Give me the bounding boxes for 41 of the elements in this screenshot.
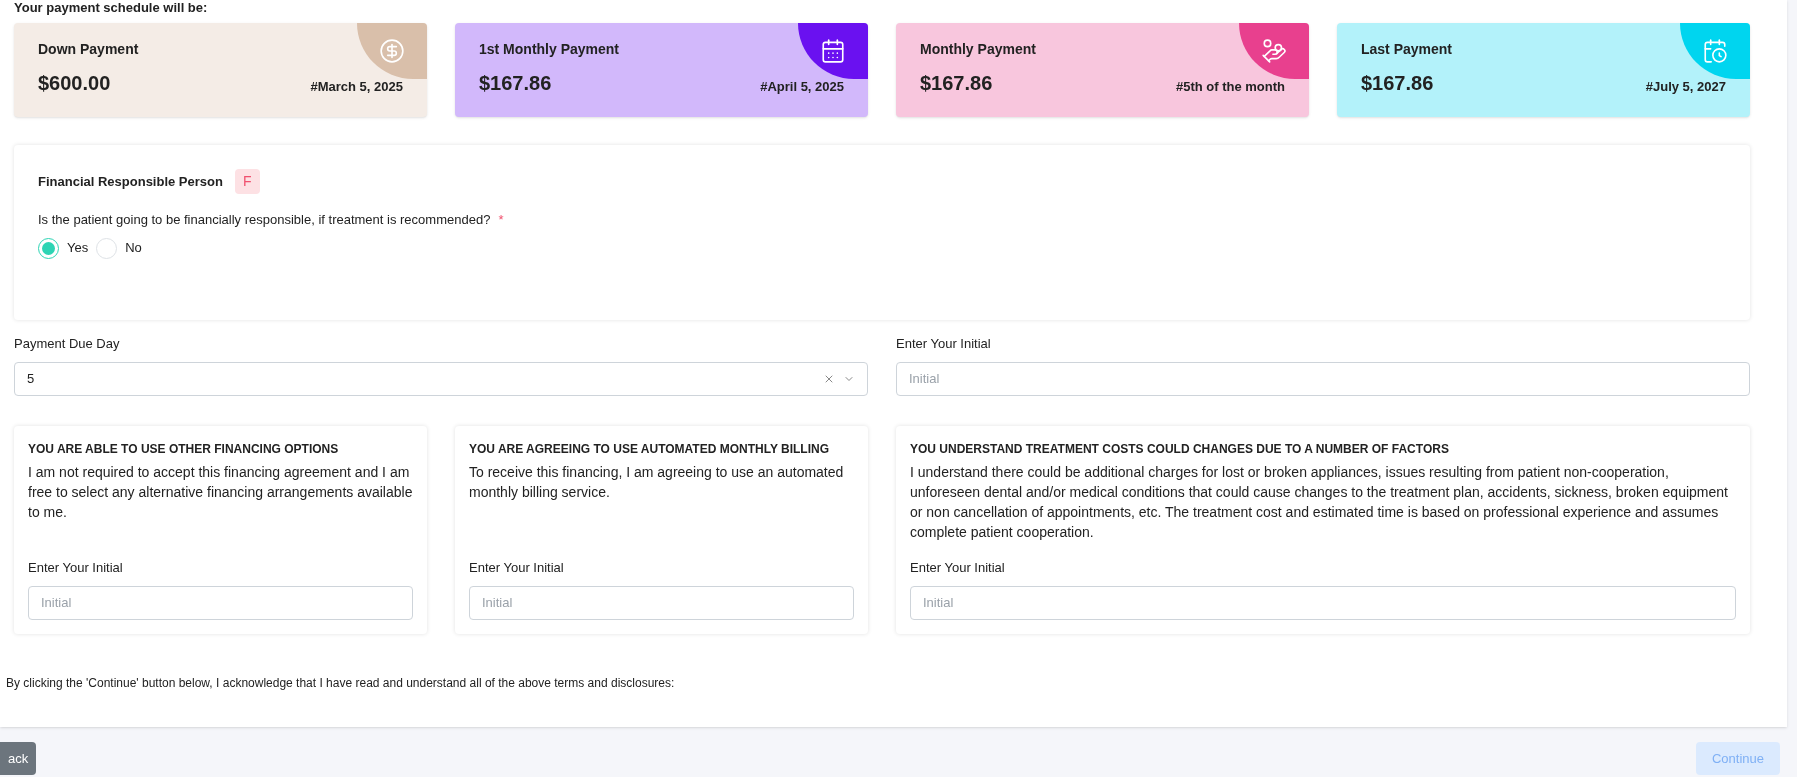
radio-option[interactable]: No — [96, 237, 142, 259]
coin-icon — [379, 38, 405, 64]
section-title: Financial Responsible Person — [38, 172, 223, 191]
required-mark: * — [498, 211, 504, 229]
card-amount: $167.86 — [1361, 71, 1434, 96]
terms-text: To receive this financing, I am agreeing to use an automated monthly billing service. — [469, 462, 845, 502]
card-amount: $600.00 — [38, 71, 111, 96]
terms-title: YOU UNDERSTAND TREATMENT COSTS COULD CHANGES DUE TO A NUMBER OF FACTORS — [910, 440, 1450, 458]
terms-title: YOU ARE ABLE TO USE OTHER FINANCING OPTIONS — [28, 440, 340, 458]
card-date: #5th of the month — [1175, 77, 1285, 96]
terms-title: YOU ARE AGREEING TO USE AUTOMATED MONTHLY BILLING — [469, 440, 831, 458]
section-heading: Your payment schedule will be: — [14, 0, 209, 16]
initial-field[interactable]: Initial — [28, 585, 413, 620]
card-title: Last Payment — [1361, 40, 1453, 59]
card-amount: $167.86 — [920, 71, 993, 96]
card-title: Down Payment — [38, 40, 139, 59]
initial-badge: F — [234, 169, 260, 194]
question-text: Is the patient going to be financially responsible, if treatment is recommended? — [38, 211, 491, 229]
card-date: #July 5, 2027 — [1645, 77, 1726, 96]
initial-field[interactable]: Initial — [896, 361, 1750, 396]
acknowledgement-text: By clicking the 'Continue' button below, I acknowledge that I have read and understand all of the above terms and disclosures: — [6, 674, 676, 692]
radio-option[interactable]: Yes — [38, 237, 89, 259]
initial-field[interactable]: Initial — [910, 585, 1736, 620]
field-label: Payment Due Day — [14, 335, 121, 353]
terms-text: I am not required to accept this financing agreement and I am free to select any alternative financing arrangements available to me. — [28, 462, 413, 522]
card-title: 1st Monthly Payment — [479, 40, 620, 59]
field-label: Enter Your Initial — [910, 559, 1006, 577]
calendar-icon — [820, 38, 846, 64]
field-label: Enter Your Initial — [469, 559, 565, 577]
card-title: Monthly Payment — [920, 40, 1036, 59]
back-button[interactable]: ack — [0, 742, 37, 775]
field-label: Enter Your Initial — [896, 335, 992, 353]
field-label: Enter Your Initial — [28, 559, 124, 577]
initial-field[interactable]: Initial — [469, 585, 854, 620]
hand-money-icon — [1261, 38, 1287, 64]
calendar-icon — [1702, 38, 1728, 64]
card-date: #April 5, 2025 — [760, 77, 844, 96]
terms-text: I understand there could be additional charges for lost or broken appliances, issues resulting from patient non-cooperation, unforeseen dental and/or medical conditions that could cause changes to the treatment plan, accidents, sickness, broken equipment or non cancellation of appointments, etc. The treatment cost and estimated time is based on professional experience and assumes complete patient cooperation. — [910, 462, 1729, 542]
card-amount: $167.86 — [479, 71, 552, 96]
due-day-select[interactable]: 5 — [14, 361, 868, 396]
card-date: #March 5, 2025 — [310, 77, 403, 96]
